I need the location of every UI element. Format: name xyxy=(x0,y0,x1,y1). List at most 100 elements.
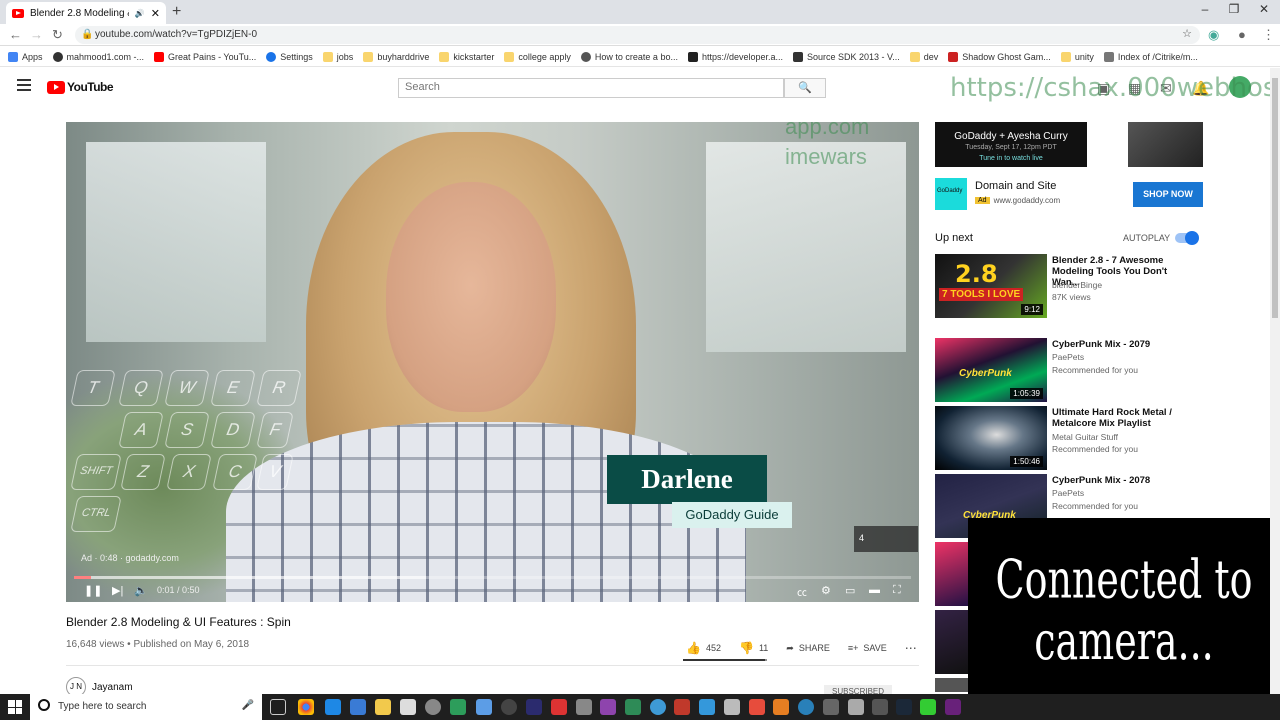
bookmark-item[interactable]: Settings xyxy=(266,51,313,62)
ad-banner[interactable]: GoDaddy + Ayesha Curry Tuesday, Sept 17,… xyxy=(935,122,1087,167)
taskbar-search-input[interactable]: Type here to search 🎤 xyxy=(30,694,262,720)
skip-ad-countdown[interactable]: 4 xyxy=(854,526,918,552)
ad-title[interactable]: Domain and Site xyxy=(975,180,1056,192)
list-item[interactable]: CyberPunk 1:05:39 CyberPunk Mix - 2079 P… xyxy=(935,338,1215,402)
channel-name[interactable]: Jayanam xyxy=(92,682,133,693)
video-thumbnail[interactable]: CyberPunk 1:05:39 xyxy=(935,338,1047,402)
app-icon[interactable] xyxy=(625,699,641,715)
next-icon[interactable]: ▶| xyxy=(112,584,123,597)
app-icon[interactable] xyxy=(872,699,888,715)
app-icon[interactable] xyxy=(773,699,789,715)
page-scrollbar[interactable] xyxy=(1270,68,1280,694)
video-thumbnail[interactable]: 2.8 7 TOOLS I LOVE 9:12 xyxy=(935,254,1047,318)
profile-icon[interactable]: ● xyxy=(1238,27,1246,42)
app-icon[interactable] xyxy=(551,699,567,715)
bookmark-item[interactable]: https://developer.a... xyxy=(687,51,783,62)
video-thumbnail[interactable] xyxy=(935,678,969,692)
video-thumbnail[interactable]: 1:50:46 xyxy=(935,406,1047,470)
app-icon[interactable] xyxy=(699,699,715,715)
forward-icon[interactable]: → xyxy=(30,27,43,42)
youtube-logo[interactable]: YouTube xyxy=(47,80,114,94)
app-icon[interactable] xyxy=(749,699,765,715)
bookmark-item[interactable]: jobs xyxy=(322,51,353,62)
new-tab-button[interactable]: + xyxy=(172,3,181,21)
autoplay-toggle[interactable] xyxy=(1175,231,1199,245)
pause-icon[interactable]: ❚❚ xyxy=(84,584,102,597)
video-title[interactable]: Ultimate Hard Rock Metal / Metalcore Mix… xyxy=(1052,407,1192,429)
visual-studio-icon[interactable] xyxy=(945,699,961,715)
fullscreen-icon[interactable]: ⛶ xyxy=(893,584,901,597)
store-icon[interactable] xyxy=(350,699,366,715)
windows-start-icon[interactable] xyxy=(8,700,22,714)
video-thumbnail[interactable] xyxy=(935,610,969,674)
bookmark-star-icon[interactable]: ☆ xyxy=(1182,27,1192,40)
app-icon[interactable] xyxy=(823,699,839,715)
app-icon[interactable] xyxy=(450,699,466,715)
theater-mode-icon[interactable]: ▬ xyxy=(869,584,880,596)
close-window-button[interactable]: ✕ xyxy=(1249,2,1279,16)
save-button[interactable]: ≡+ SAVE xyxy=(848,641,887,655)
url-field[interactable]: 🔒 youtube.com/watch?v=TgPDIZjEN-0 ☆ xyxy=(75,26,1200,44)
mail-icon[interactable] xyxy=(400,699,416,715)
miniplayer-icon[interactable]: ▭ xyxy=(845,584,855,597)
microphone-icon[interactable]: 🎤 xyxy=(242,700,254,711)
search-button[interactable]: 🔍 xyxy=(784,78,826,98)
dislike-button[interactable]: 👎 11 xyxy=(739,641,768,655)
file-explorer-icon[interactable] xyxy=(375,699,391,715)
app-icon[interactable] xyxy=(798,699,814,715)
tab-close-icon[interactable]: ✕ xyxy=(151,7,160,20)
app-icon[interactable] xyxy=(425,699,441,715)
search-input[interactable]: Search xyxy=(398,78,784,98)
extension-icon[interactable]: ◉ xyxy=(1208,27,1219,43)
video-player[interactable]: T Q W E R A S D F SHIFT Z X C V CTRL Dar… xyxy=(66,122,919,602)
bookmark-item[interactable]: dev xyxy=(909,51,938,62)
progress-bar[interactable] xyxy=(74,576,911,579)
ad-logo[interactable]: GoDaddy xyxy=(935,178,967,210)
like-button[interactable]: 👍 452 xyxy=(686,641,721,655)
bookmark-item[interactable]: college apply xyxy=(504,51,571,62)
video-title[interactable]: CyberPunk Mix - 2079 xyxy=(1052,339,1192,350)
ad-info[interactable]: Ad · 0:48 · godaddy.com xyxy=(81,553,179,563)
bookmark-item[interactable]: Great Pains - YouTu... xyxy=(154,51,256,62)
bookmark-item[interactable]: Source SDK 2013 - V... xyxy=(793,51,900,62)
app-icon[interactable] xyxy=(848,699,864,715)
bookmark-item[interactable]: Index of /Citrike/m... xyxy=(1103,51,1198,62)
chrome-icon[interactable] xyxy=(298,699,314,715)
visual-studio-icon[interactable] xyxy=(600,699,616,715)
volume-icon[interactable]: 🔈 xyxy=(134,584,148,597)
unity-icon[interactable] xyxy=(501,699,517,715)
bookmark-item[interactable]: kickstarter xyxy=(439,51,494,62)
edge-icon[interactable] xyxy=(325,699,341,715)
app-icon[interactable] xyxy=(526,699,542,715)
app-icon[interactable] xyxy=(650,699,666,715)
share-button[interactable]: ➦ SHARE xyxy=(786,641,830,655)
bookmark-item[interactable]: Shadow Ghost Gam... xyxy=(948,51,1051,62)
bookmark-item[interactable]: buyharddrive xyxy=(363,51,429,62)
task-view-icon[interactable] xyxy=(270,699,286,715)
app-icon[interactable] xyxy=(476,699,492,715)
back-icon[interactable]: ← xyxy=(9,27,22,42)
video-title[interactable]: CyberPunk Mix - 2078 xyxy=(1052,475,1192,486)
app-icon[interactable] xyxy=(576,699,592,715)
bookmark-item[interactable]: mahmood1.com -... xyxy=(52,51,144,62)
minimize-button[interactable]: – xyxy=(1190,2,1220,16)
steam-icon[interactable] xyxy=(896,699,912,715)
menu-kebab-icon[interactable]: ⋮ xyxy=(1262,27,1275,43)
shop-now-button[interactable]: SHOP NOW xyxy=(1133,182,1203,207)
maximize-button[interactable]: ❐ xyxy=(1219,2,1249,16)
settings-gear-icon[interactable]: ⚙ xyxy=(821,584,831,597)
more-actions-icon[interactable]: ⋯ xyxy=(905,641,917,655)
hamburger-menu-icon[interactable] xyxy=(17,79,31,91)
list-item[interactable]: 2.8 7 TOOLS I LOVE 9:12 Blender 2.8 - 7 … xyxy=(935,254,1215,318)
bookmark-item[interactable]: unity xyxy=(1060,51,1094,62)
browser-tab[interactable]: Blender 2.8 Modeling & UI Fe... 🔊 ✕ xyxy=(6,2,166,24)
bookmark-item[interactable]: Apps xyxy=(8,51,43,62)
captions-icon[interactable]: ㏄ xyxy=(797,584,807,599)
app-icon[interactable] xyxy=(724,699,740,715)
bookmark-item[interactable]: How to create a bo... xyxy=(580,51,678,62)
list-item[interactable]: 1:50:46 Ultimate Hard Rock Metal / Metal… xyxy=(935,406,1215,470)
video-thumbnail[interactable] xyxy=(935,542,969,606)
app-icon[interactable] xyxy=(920,699,936,715)
reload-icon[interactable]: ↻ xyxy=(52,27,63,43)
filezilla-icon[interactable] xyxy=(674,699,690,715)
